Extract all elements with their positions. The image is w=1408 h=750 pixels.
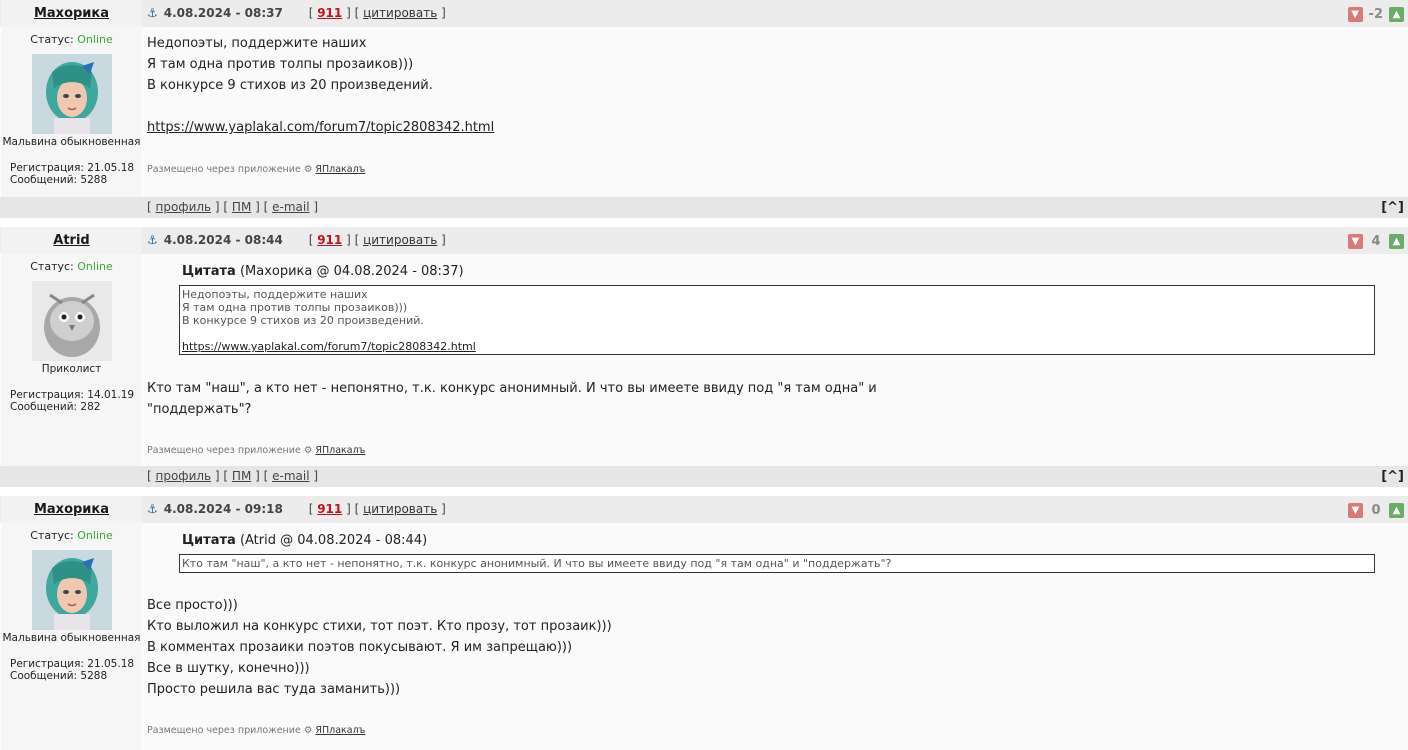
to-top-button[interactable]: [^] bbox=[1381, 197, 1404, 218]
quote-topic-link[interactable]: https://www.yaplakal.com/forum7/topic280… bbox=[182, 340, 476, 353]
quote-box: Недопоэты, поддержите наших Я там одна п… bbox=[179, 285, 1375, 355]
thumbs-down-icon[interactable]: ▼ bbox=[1348, 502, 1363, 518]
post-date: 4.08.2024 - 08:37 bbox=[163, 6, 283, 20]
post-footer: [ профиль ] [ ПМ ] [ e-mail ] [^] bbox=[0, 466, 1408, 487]
post-body: Цитата (Atrid @ 04.08.2024 - 08:44) Кто … bbox=[143, 523, 1408, 750]
app-link[interactable]: ЯПлакалъ bbox=[315, 164, 365, 175]
post-number-link[interactable]: 911 bbox=[317, 233, 342, 247]
reg-date: 21.05.18 bbox=[87, 658, 135, 670]
topic-link[interactable]: https://www.yaplakal.com/forum7/topic280… bbox=[147, 120, 494, 135]
vote-score: 4 bbox=[1371, 233, 1381, 249]
to-top-button[interactable]: [^] bbox=[1381, 466, 1404, 487]
thumbs-down-icon[interactable]: ▼ bbox=[1348, 233, 1363, 249]
user-reg-info: Регистрация: 21.05.18 Сообщений: 5288 bbox=[10, 162, 135, 186]
post-date: 4.08.2024 - 09:18 bbox=[163, 502, 283, 516]
post-meta: ⚓ 4.08.2024 - 08:44 [ 911 ] [ цитировать … bbox=[147, 233, 446, 247]
thumbs-down-icon[interactable]: ▼ bbox=[1347, 6, 1363, 22]
author-cell: Махорика bbox=[1, 0, 142, 27]
post-header: Махорика ⚓ 4.08.2024 - 08:37 [ 911 ] [ ци… bbox=[0, 0, 1408, 27]
post-body: Недопоэты, поддержите наших Я там одна п… bbox=[143, 27, 1408, 197]
quote-button[interactable]: цитировать bbox=[363, 502, 437, 516]
thumbs-up-icon[interactable]: ▲ bbox=[1389, 233, 1404, 249]
quote-source: (Atrid @ 04.08.2024 - 08:44) bbox=[239, 533, 428, 548]
user-status: Статус: Online bbox=[30, 529, 113, 542]
thumbs-up-icon[interactable]: ▲ bbox=[1389, 502, 1404, 518]
vote-score: 0 bbox=[1371, 502, 1381, 518]
android-icon: ⚙ bbox=[303, 725, 313, 736]
user-reg-info: Регистрация: 21.05.18 Сообщений: 5288 bbox=[10, 658, 135, 682]
anchor-icon[interactable]: ⚓ bbox=[147, 233, 158, 247]
vote-controls: ▼ 0 ▲ bbox=[1348, 501, 1404, 519]
quote-header: Цитата (Махорика @ 04.08.2024 - 08:37) bbox=[182, 264, 464, 279]
avatar[interactable] bbox=[31, 281, 112, 361]
quote-box: Кто там "наш", а кто нет - непонятно, т.… bbox=[179, 554, 1375, 573]
quote-header: Цитата (Atrid @ 04.08.2024 - 08:44) bbox=[182, 533, 428, 548]
profile-link[interactable]: профиль bbox=[156, 200, 212, 214]
vote-score: -2 bbox=[1368, 6, 1383, 22]
author-cell: Махорика bbox=[1, 496, 142, 523]
user-reg-info: Регистрация: 14.01.19 Сообщений: 282 bbox=[10, 389, 135, 413]
post-header: Махорика ⚓ 4.08.2024 - 09:18 [ 911 ] [ ци… bbox=[0, 496, 1408, 523]
post-text: Все просто))) Кто выложил на конкурс сти… bbox=[147, 598, 612, 697]
author-cell: Atrid bbox=[1, 227, 142, 254]
post-text: Кто там "наш", а кто нет - непонятно, т.… bbox=[147, 381, 877, 417]
author-link[interactable]: Махорика bbox=[34, 502, 109, 517]
post-count: 282 bbox=[80, 401, 101, 413]
email-link[interactable]: e-mail bbox=[272, 200, 309, 214]
post-body: Цитата (Махорика @ 04.08.2024 - 08:37) Н… bbox=[143, 254, 1408, 466]
pm-link[interactable]: ПМ bbox=[232, 200, 251, 214]
post-footer: [ профиль ] [ ПМ ] [ e-mail ] [^] bbox=[0, 197, 1408, 218]
user-status: Статус: Online bbox=[30, 260, 113, 273]
via-app: Размещено через приложение ⚙ ЯПлакалъ bbox=[147, 445, 366, 456]
reg-date: 21.05.18 bbox=[87, 162, 135, 174]
post-meta: ⚓ 4.08.2024 - 08:37 [ 911 ] [ цитировать … bbox=[147, 6, 446, 20]
post-meta: ⚓ 4.08.2024 - 09:18 [ 911 ] [ цитировать … bbox=[147, 502, 446, 516]
user-rank: Мальвина обыкновенная bbox=[2, 136, 141, 148]
app-link[interactable]: ЯПлакалъ bbox=[315, 445, 365, 456]
author-sidebar: Статус: Online Мальвина обыкновенная Рег… bbox=[1, 27, 142, 197]
via-app: Размещено через приложение ⚙ ЯПлакалъ bbox=[147, 164, 366, 175]
post-count: 5288 bbox=[80, 670, 108, 682]
footer-links: [ профиль ] [ ПМ ] [ e-mail ] bbox=[147, 469, 319, 483]
post-count: 5288 bbox=[80, 174, 108, 186]
author-link[interactable]: Atrid bbox=[53, 233, 89, 248]
avatar[interactable] bbox=[31, 550, 112, 630]
profile-link[interactable]: профиль bbox=[156, 469, 212, 483]
avatar[interactable] bbox=[31, 54, 112, 134]
email-link[interactable]: e-mail bbox=[272, 469, 309, 483]
quote-button[interactable]: цитировать bbox=[363, 6, 437, 20]
android-icon: ⚙ bbox=[303, 445, 313, 456]
app-link[interactable]: ЯПлакалъ bbox=[315, 725, 365, 736]
user-rank: Мальвина обыкновенная bbox=[2, 632, 141, 644]
pm-link[interactable]: ПМ bbox=[232, 469, 251, 483]
post-number-link[interactable]: 911 bbox=[317, 502, 342, 516]
anchor-icon[interactable]: ⚓ bbox=[147, 502, 158, 516]
anchor-icon[interactable]: ⚓ bbox=[147, 6, 158, 20]
quote-source: (Махорика @ 04.08.2024 - 08:37) bbox=[239, 264, 464, 279]
user-rank: Приколист bbox=[41, 363, 102, 375]
reg-date: 14.01.19 bbox=[87, 389, 135, 401]
post-number-link[interactable]: 911 bbox=[317, 6, 342, 20]
post-text: Недопоэты, поддержите наших Я там одна п… bbox=[147, 36, 495, 135]
author-sidebar: Статус: Online Мальвина обыкновенная Рег… bbox=[1, 523, 142, 750]
vote-controls: ▼ 4 ▲ bbox=[1348, 232, 1404, 250]
vote-controls: ▼ -2 ▲ bbox=[1347, 5, 1404, 23]
post-header: Atrid ⚓ 4.08.2024 - 08:44 [ 911 ] [ цитир… bbox=[0, 227, 1408, 254]
thumbs-up-icon[interactable]: ▲ bbox=[1389, 6, 1404, 22]
footer-links: [ профиль ] [ ПМ ] [ e-mail ] bbox=[147, 200, 319, 214]
author-sidebar: Статус: Online Приколист Регистрация: 14… bbox=[1, 254, 142, 466]
quote-button[interactable]: цитировать bbox=[363, 233, 437, 247]
android-icon: ⚙ bbox=[303, 164, 313, 175]
author-link[interactable]: Махорика bbox=[34, 6, 109, 21]
via-app: Размещено через приложение ⚙ ЯПлакалъ bbox=[147, 725, 366, 736]
post-date: 4.08.2024 - 08:44 bbox=[163, 233, 283, 247]
user-status: Статус: Online bbox=[30, 33, 113, 46]
